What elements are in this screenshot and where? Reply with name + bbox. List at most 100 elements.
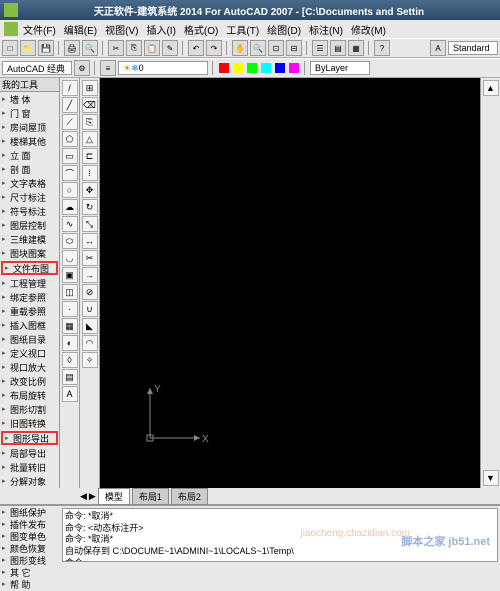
mirror-icon[interactable]: △ [82,131,98,147]
tool-palette-icon[interactable]: ▦ [348,40,364,56]
sidebar-item[interactable]: ▸布局旋转 [0,388,59,402]
layer-dropdown[interactable]: ☀❄0 [118,61,208,75]
sidebar-item[interactable]: ▸剖 面 [0,162,59,176]
sidebar-item[interactable]: ▸视口放大 [0,360,59,374]
menu-draw[interactable]: 绘图(D) [264,22,304,37]
zoom-prev-icon[interactable]: ⊟ [286,40,302,56]
sidebar-item[interactable]: ▸图变单色 [0,530,60,542]
join-icon[interactable]: ∪ [82,301,98,317]
new-icon[interactable]: □ [2,40,18,56]
scroll-up-icon[interactable]: ▲ [483,80,499,96]
circle-icon[interactable]: ○ [62,182,78,198]
erase-icon[interactable]: ⌫ [82,97,98,113]
paste-icon[interactable]: 📋 [144,40,160,56]
layer-icon[interactable]: ≡ [100,60,116,76]
open-icon[interactable]: 📁 [20,40,36,56]
color-magenta[interactable] [289,63,299,73]
match-icon[interactable]: ✎ [162,40,178,56]
sidebar-item[interactable]: ▸图形变线 [0,554,60,566]
xline-icon[interactable]: ╱ [62,97,78,113]
sheet-icon[interactable]: ▤ [330,40,346,56]
spline-icon[interactable]: ∿ [62,216,78,232]
sidebar-item[interactable]: ▸尺寸标注 [0,190,59,204]
offset-icon[interactable]: ⊏ [82,148,98,164]
table-icon[interactable]: ▤ [62,369,78,385]
array-icon[interactable]: ⁞ [82,165,98,181]
save-icon[interactable]: 💾 [38,40,54,56]
rotate-icon[interactable]: ↻ [82,199,98,215]
tab-nav-right-icon[interactable]: ▶ [89,491,96,502]
tab-layout2[interactable]: 布局2 [171,488,208,505]
stretch-icon[interactable]: ↔ [82,233,98,249]
polygon-icon[interactable]: ⬠ [62,131,78,147]
break-icon[interactable]: ⊘ [82,284,98,300]
ellipse-icon[interactable]: ⬭ [62,233,78,249]
sidebar-item[interactable]: ▸帮 助 [0,578,60,590]
menu-insert[interactable]: 插入(I) [143,22,178,37]
right-scrollbar[interactable]: ▲ ▼ [480,78,500,488]
trim-icon[interactable]: ✂ [82,250,98,266]
tab-nav-left-icon[interactable]: ◀ [80,491,87,502]
redo-icon[interactable]: ↷ [206,40,222,56]
grid-icon[interactable]: ⊞ [82,80,98,96]
copy-icon[interactable]: ⎘ [126,40,142,56]
standard-dropdown[interactable]: Standard [448,41,498,55]
sidebar-item[interactable]: ▸门 窗 [0,106,59,120]
help-icon[interactable]: ? [374,40,390,56]
ellipse-arc-icon[interactable]: ◡ [62,250,78,266]
sidebar-item[interactable]: ▸符号标注 [0,204,59,218]
rect-icon[interactable]: ▭ [62,148,78,164]
zoom-window-icon[interactable]: ⊡ [268,40,284,56]
sidebar-item[interactable]: ▸工程管理 [0,276,59,290]
sidebar-item[interactable]: ▸图形导出 [1,431,58,445]
menu-tools[interactable]: 工具(T) [223,22,262,37]
app-menu-icon[interactable] [4,22,18,36]
print-icon[interactable]: 🖨 [64,40,80,56]
undo-icon[interactable]: ↶ [188,40,204,56]
menu-edit[interactable]: 编辑(E) [61,22,100,37]
workspace-dropdown[interactable]: AutoCAD 经典 [2,61,72,75]
copy-obj-icon[interactable]: ⎘ [82,114,98,130]
sidebar-item[interactable]: ▸房间屋顶 [0,120,59,134]
sidebar-item[interactable]: ▸墙 体 [0,92,59,106]
menu-file[interactable]: 文件(F) [20,22,59,37]
sidebar-item[interactable]: ▸重载参照 [0,304,59,318]
arc-icon[interactable]: ⌒ [62,165,78,181]
sidebar-item[interactable]: ▸图层控制 [0,218,59,232]
point-icon[interactable]: · [62,301,78,317]
drawing-viewport[interactable]: Y X [100,78,480,488]
sidebar-item[interactable]: ▸图形切割 [0,402,59,416]
props-icon[interactable]: ☰ [312,40,328,56]
line-icon[interactable]: / [62,80,78,96]
sidebar-item[interactable]: ▸立 面 [0,148,59,162]
color-cyan[interactable] [261,63,271,73]
sidebar-item[interactable]: ▸图块图案 [0,246,59,260]
sidebar-item[interactable]: ▸分解对象 [0,474,59,488]
menu-view[interactable]: 视图(V) [102,22,141,37]
make-block-icon[interactable]: ◫ [62,284,78,300]
color-dropdown[interactable]: ByLayer [310,61,370,75]
sidebar-item[interactable]: ▸图纸目录 [0,332,59,346]
sidebar-item[interactable]: ▸文字表格 [0,176,59,190]
sidebar-item[interactable]: ▸旧图转换 [0,416,59,430]
cut-icon[interactable]: ✂ [108,40,124,56]
scale-icon[interactable]: ⤡ [82,216,98,232]
sidebar-item[interactable]: ▸图纸保护 [0,506,60,518]
sidebar-item[interactable]: ▸颜色恢复 [0,542,60,554]
tab-model[interactable]: 模型 [98,488,130,505]
pline-icon[interactable]: ⟋ [62,114,78,130]
sidebar-item[interactable]: ▸改变比例 [0,374,59,388]
mtext-icon[interactable]: A [62,386,78,402]
pan-icon[interactable]: ✋ [232,40,248,56]
sidebar-item[interactable]: ▸局部导出 [0,446,59,460]
chamfer-icon[interactable]: ◣ [82,318,98,334]
menu-dim[interactable]: 标注(N) [306,22,346,37]
sidebar-item[interactable]: ▸定义视口 [0,346,59,360]
preview-icon[interactable]: 🔍 [82,40,98,56]
region-icon[interactable]: ◊ [62,352,78,368]
sidebar-item[interactable]: ▸插件发布 [0,518,60,530]
fillet-icon[interactable]: ◠ [82,335,98,351]
zoom-icon[interactable]: 🔍 [250,40,266,56]
color-red[interactable] [219,63,229,73]
block-icon[interactable]: ▣ [62,267,78,283]
